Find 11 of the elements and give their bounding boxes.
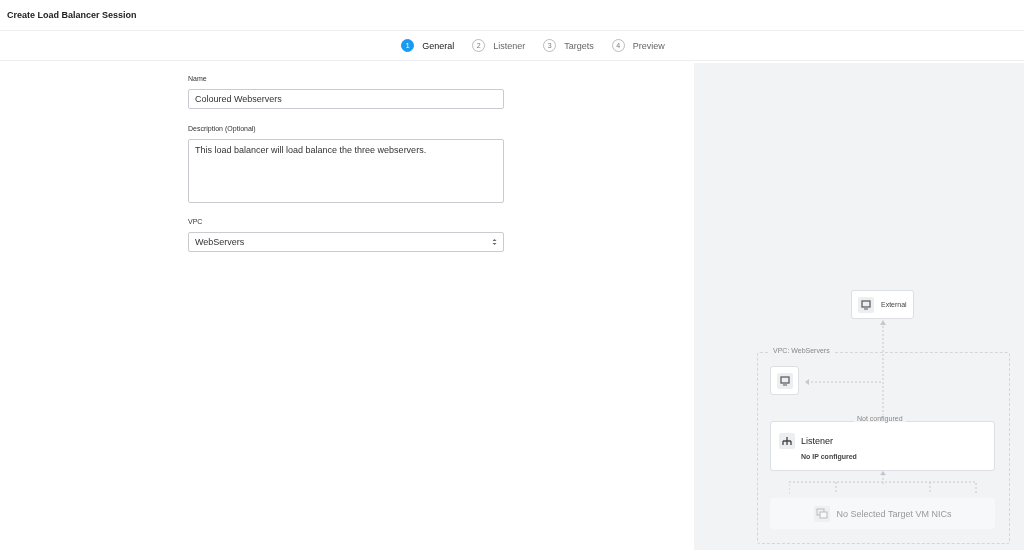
name-field[interactable]: Coloured Webservers: [188, 89, 504, 109]
monitor-icon: [776, 372, 793, 389]
copy-icon: [813, 505, 830, 522]
vpc-dropdown[interactable]: WebServers: [188, 232, 504, 252]
monitor-icon: [858, 296, 874, 313]
listener-title: Listener: [801, 436, 834, 446]
window-title: Create Load Balancer Session: [7, 10, 137, 20]
empty-targets-panel: No Selected Target VM NICs: [770, 498, 995, 529]
description-field[interactable]: This load balancer will load balance the three webservers.: [188, 139, 504, 203]
network-icon: [779, 433, 795, 449]
dropdown-icon: [492, 238, 497, 246]
